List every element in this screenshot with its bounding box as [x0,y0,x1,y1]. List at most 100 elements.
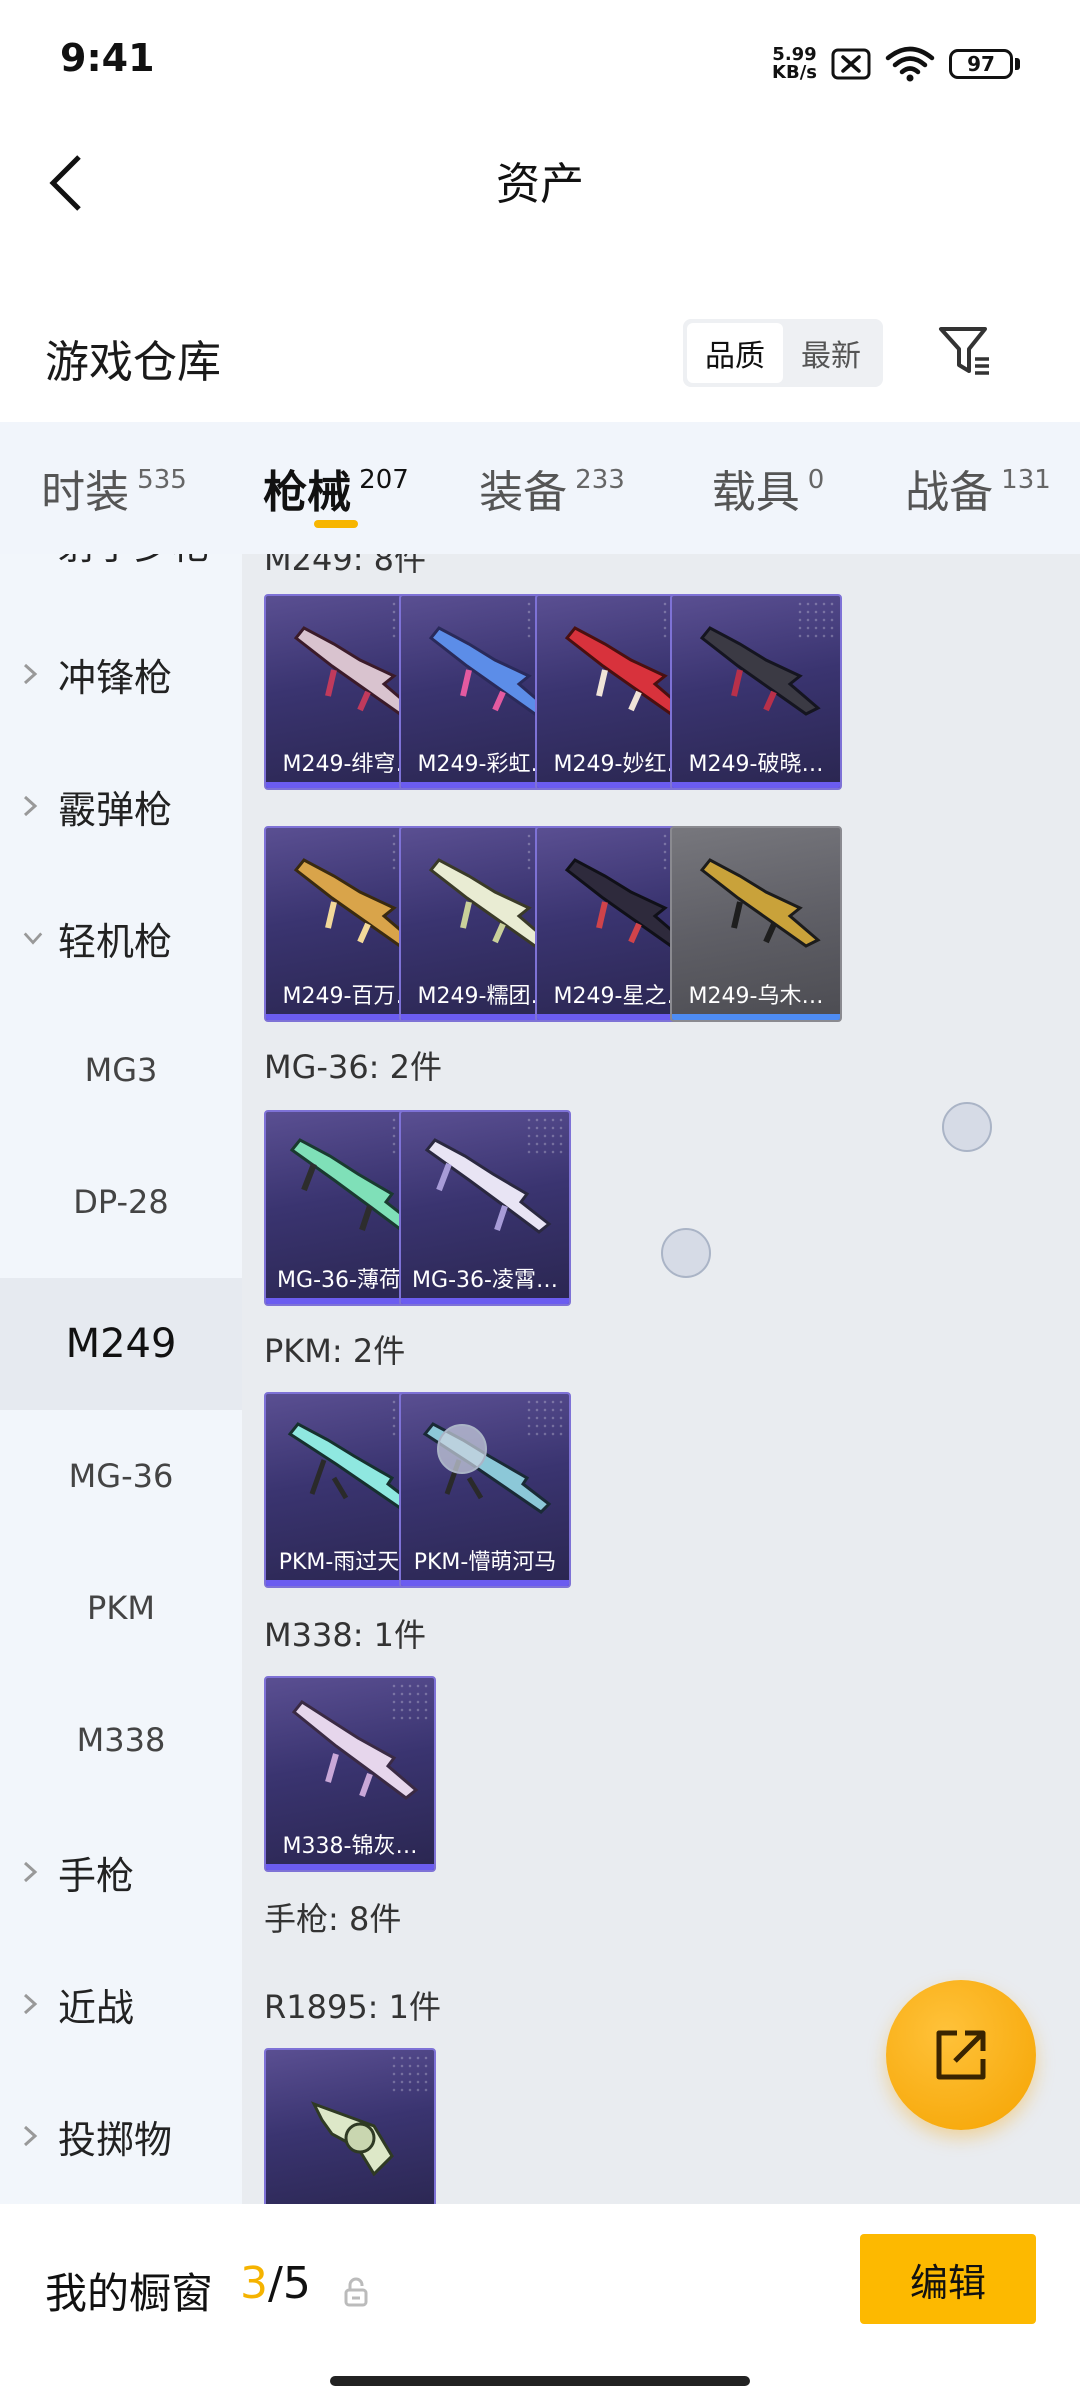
sidebar-item-label: 冲锋枪 [58,655,173,700]
skin-card[interactable]: M249-破晓… [670,594,842,790]
lock-icon [344,2277,368,2307]
sidebar-item-smg[interactable]: 冲锋枪 [0,608,242,740]
share-icon [936,2030,986,2080]
sidebar-item-pkm[interactable]: PKM [0,1542,242,1674]
section-header: 游戏仓库 品质 最新 [0,300,1080,420]
tab-count: 0 [807,465,825,495]
tab-count: 207 [359,465,409,495]
weapon-mg36-icon [424,1138,552,1234]
tab-count: 233 [575,465,625,495]
sidebar-item-lmg[interactable]: 轻机枪 [0,872,242,1004]
tab-count: 131 [1001,465,1051,495]
skin-card[interactable]: MG-36-凌霄… [399,1110,571,1306]
skin-card-name: PKM-懵萌河马 [413,1550,557,1575]
group-label-mg36: MG-36: 2件 [264,1048,442,1086]
group-label-m338: M338: 1件 [264,1616,427,1654]
tab-fashion[interactable]: 时装 535 [0,422,228,554]
skin-card[interactable]: PKM-懵萌河马 [399,1392,571,1588]
sort-option-newest[interactable]: 最新 [783,323,879,383]
touch-indicator [661,1228,711,1278]
tab-equipment[interactable]: 装备 233 [444,422,660,554]
section-title: 游戏仓库 [45,337,221,388]
page-title: 资产 [496,159,584,210]
status-icons: 5.99 KB/s 97 [772,40,1020,88]
tab-label: 时装 [41,467,130,518]
weapon-pkm-icon [422,1422,552,1514]
chevron-right-icon [23,1861,38,1883]
tab-label: 枪械 [263,467,352,518]
showcase-count: 3/5 [240,2258,311,2309]
skin-card-name: M249-乌木… [688,984,824,1009]
status-bar: 9:41 5.99 KB/s 97 [0,0,1080,120]
sidebar-item-throwable[interactable]: 投掷物 [0,2070,242,2202]
chevron-down-icon [23,932,43,945]
sort-option-quality[interactable]: 品质 [687,323,783,383]
sidebar-item-label: 投掷物 [58,2117,173,2162]
sidebar-item-m338[interactable]: M338 [0,1674,242,1806]
active-tab-indicator [314,520,358,528]
weapon-r1895-icon [310,2101,394,2177]
sidebar-item-label: 霰弹枪 [58,787,173,832]
battery-level: 97 [967,52,995,76]
sidebar-item-marksman-rifle[interactable]: 射手步枪 [0,554,242,608]
skin-card[interactable]: M338-锦灰… [264,1676,436,1872]
weapon-type-sidebar: 射手步枪 冲锋枪 霰弹枪 轻机枪 MG3 DP-28 M249 MG-36 PK… [0,554,242,2204]
touch-indicator [437,1424,487,1474]
sidebar-item-label: 手枪 [58,1853,135,1898]
network-speed-unit: KB/s [772,62,817,83]
sidebar-item-label: 近战 [58,1985,135,2030]
edit-button[interactable]: 编辑 [860,2234,1036,2324]
group-label-pkm: PKM: 2件 [264,1332,406,1370]
nav-header: 资产 [0,120,1080,240]
battery-icon: 97 [949,49,1020,79]
showcase-bar: 我的橱窗 3/5 编辑 [0,2204,1080,2400]
chevron-right-icon [23,795,38,817]
tab-label: 装备 [479,467,568,518]
showcase-total: 5 [282,2258,311,2309]
weapon-m338-icon [291,1700,419,1800]
group-label-pistol: 手枪: 8件 [264,1900,402,1938]
sidebar-item-mg3[interactable]: MG3 [0,1004,242,1136]
showcase-label: 我的橱窗 [45,2269,214,2318]
showcase-current: 3 [240,2258,268,2309]
category-tab-bar: 时装 535 枪械 207 装备 233 载具 0 战备 131 [0,422,1080,554]
sidebar-item-shotgun[interactable]: 霰弹枪 [0,740,242,872]
sidebar-item-m249[interactable]: M249 [0,1278,242,1410]
tab-firearms[interactable]: 枪械 207 [228,422,444,554]
sidebar-item-label: PKM [87,1589,155,1627]
chevron-right-icon [23,663,38,685]
skin-card-name: M338-锦灰… [282,1834,418,1859]
sidebar-item-label: MG-36 [68,1457,174,1495]
sort-toggle: 品质 最新 [683,319,883,387]
skin-card[interactable] [264,2048,436,2204]
weapon-skin-list: M249: 8件 M249-绯穹… M249-彩虹… M249-妙红… M249… [242,554,1080,2204]
home-indicator[interactable] [330,2376,750,2386]
tab-label: 载具 [711,467,800,518]
sidebar-item-melee[interactable]: 近战 [0,1938,242,2070]
chevron-right-icon [23,1993,38,2015]
tab-vehicles[interactable]: 载具 0 [660,422,876,554]
weapon-m249-icon [699,858,821,948]
showcase-separator: / [268,2258,283,2309]
skin-card-name: M249-破晓… [688,752,824,777]
tab-label: 战备 [905,467,994,518]
filter-button[interactable] [930,316,1000,386]
sidebar-item-label: M249 [65,1321,177,1367]
skin-card[interactable]: M249-乌木… [670,826,842,1022]
sidebar-item-mg36[interactable]: MG-36 [0,1410,242,1542]
sim-off-icon [831,48,871,80]
sidebar-item-label: 轻机枪 [58,919,173,964]
sidebar-item-label: M338 [76,1721,166,1759]
group-label-m249: M249: 8件 [264,554,427,578]
sidebar-item-label: MG3 [84,1051,158,1089]
share-button[interactable] [886,1980,1036,2130]
tab-count: 535 [137,465,187,495]
skin-card-name: MG-36-凌霄… [412,1268,558,1293]
sidebar-item-label: DP-28 [73,1183,169,1221]
sidebar-item-pistol[interactable]: 手枪 [0,1806,242,1938]
sidebar-item-dp28[interactable]: DP-28 [0,1136,242,1268]
status-time: 9:41 [60,36,155,80]
chevron-right-icon [23,2125,38,2147]
tab-supplies[interactable]: 战备 131 [876,422,1080,554]
group-label-r1895: R1895: 1件 [264,1988,441,2026]
